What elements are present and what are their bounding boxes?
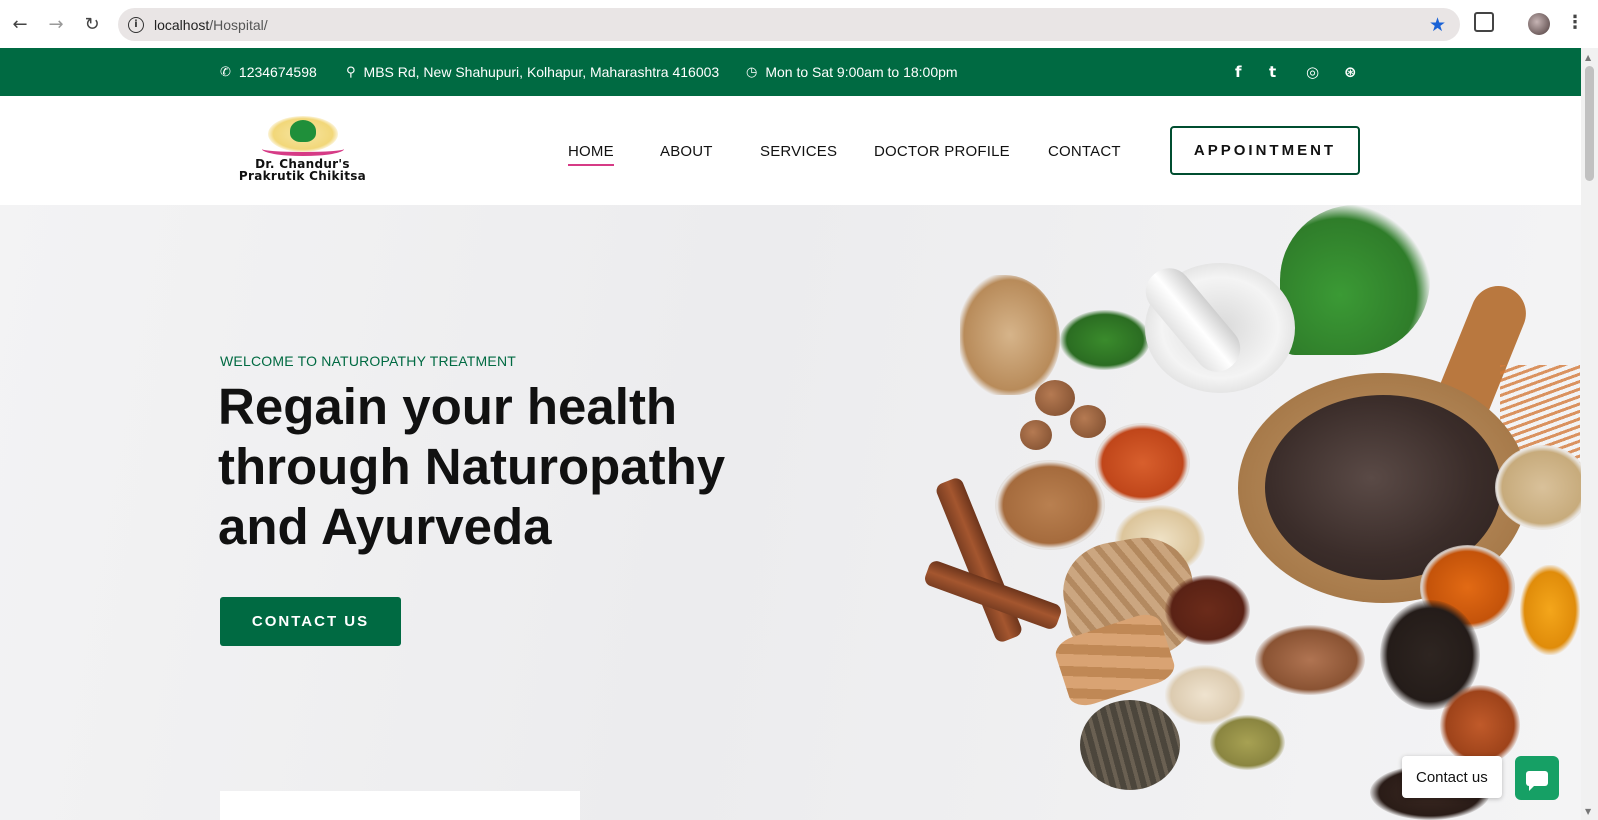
nut bbox=[1070, 405, 1106, 438]
hours-info: ◷ Mon to Sat 9:00am to 18:00pm bbox=[746, 48, 958, 96]
hero-subtitle: WELCOME TO NATUROPATHY TREATMENT bbox=[220, 353, 517, 369]
long-pepper bbox=[1080, 700, 1180, 790]
dribbble-icon[interactable]: ⊛ bbox=[1344, 48, 1357, 96]
info-card bbox=[220, 791, 580, 820]
extensions-icon[interactable] bbox=[1474, 12, 1494, 32]
cardamom bbox=[1210, 715, 1285, 770]
scroll-thumb[interactable] bbox=[1585, 66, 1594, 181]
forward-icon[interactable]: → bbox=[38, 6, 74, 42]
chat-label[interactable]: Contact us bbox=[1402, 756, 1502, 798]
browser-menu-icon[interactable]: ⋮ bbox=[1566, 12, 1584, 33]
address-text: MBS Rd, New Shahupuri, Kolhapur, Maharas… bbox=[363, 64, 720, 80]
nav-about[interactable]: ABOUT bbox=[660, 143, 713, 160]
chat-bubble-icon bbox=[1526, 770, 1548, 791]
nav-contact[interactable]: CONTACT bbox=[1048, 143, 1121, 160]
scroll-up-arrow-icon[interactable]: ▲ bbox=[1585, 53, 1591, 62]
profile-avatar-icon[interactable] bbox=[1528, 13, 1550, 35]
hero-title-line2: through Naturopathy bbox=[218, 438, 726, 495]
hero-title: Regain your health through Naturopathy a… bbox=[218, 377, 778, 557]
nut bbox=[1035, 380, 1075, 416]
yellow-oil-jar bbox=[1520, 565, 1580, 655]
site-header: Dr. Chandur's Prakrutik Chikitsa HOME AB… bbox=[0, 96, 1581, 205]
top-info-bar: ✆ 1234674598 ⚲ MBS Rd, New Shahupuri, Ko… bbox=[0, 48, 1581, 96]
hero-title-line3: and Ayurveda bbox=[218, 498, 552, 555]
red-spices bbox=[1440, 685, 1520, 765]
dried-ginger bbox=[960, 275, 1060, 395]
phone-info[interactable]: ✆ 1234674598 bbox=[220, 48, 317, 96]
nav-doctor-profile[interactable]: DOCTOR PROFILE bbox=[874, 143, 1010, 160]
page-scrollbar[interactable]: ▲ ▼ bbox=[1581, 48, 1598, 820]
address-info: ⚲ MBS Rd, New Shahupuri, Kolhapur, Mahar… bbox=[346, 48, 719, 96]
facebook-icon[interactable]: f bbox=[1235, 48, 1242, 96]
hero-title-line1: Regain your health bbox=[218, 378, 678, 435]
url-path: /Hospital/ bbox=[209, 16, 268, 33]
site-logo[interactable]: Dr. Chandur's Prakrutik Chikitsa bbox=[220, 106, 385, 196]
yellow-powder-dish bbox=[1495, 445, 1581, 530]
green-leaves bbox=[1060, 310, 1150, 370]
reload-icon[interactable]: ↻ bbox=[74, 6, 110, 42]
bookmark-star-icon[interactable]: ★ bbox=[1429, 14, 1446, 36]
phone-icon: ✆ bbox=[220, 64, 231, 80]
site-info-icon[interactable]: i bbox=[128, 16, 144, 33]
nutmegs bbox=[1255, 625, 1365, 695]
nav-home[interactable]: HOME bbox=[568, 143, 614, 166]
address-bar[interactable]: i localhost/Hospital/ ★ bbox=[118, 8, 1460, 41]
herbs-image bbox=[922, 205, 1581, 820]
location-pin-icon: ⚲ bbox=[346, 64, 356, 80]
logo-line2: Prakrutik Chikitsa bbox=[238, 169, 367, 183]
nav-services[interactable]: SERVICES bbox=[760, 143, 837, 160]
hours-text: Mon to Sat 9:00am to 18:00pm bbox=[765, 64, 958, 80]
appointment-button[interactable]: APPOINTMENT bbox=[1170, 126, 1360, 175]
chat-button[interactable] bbox=[1515, 756, 1559, 800]
nut bbox=[1020, 420, 1052, 450]
back-icon[interactable]: ← bbox=[2, 6, 38, 42]
url-host: localhost bbox=[154, 16, 210, 33]
clock-icon: ◷ bbox=[746, 64, 758, 80]
orange-powder-dish bbox=[1095, 423, 1190, 503]
logo-meditation-icon bbox=[290, 120, 316, 142]
logo-text: Dr. Chandur's Prakrutik Chikitsa bbox=[220, 158, 385, 182]
logo-lotus-icon bbox=[262, 142, 344, 156]
browser-toolbar: ← → ↻ i localhost/Hospital/ ★ ⋮ bbox=[0, 0, 1598, 48]
hero-section: WELCOME TO NATUROPATHY TREATMENT Regain … bbox=[0, 205, 1581, 820]
instagram-icon[interactable]: ◎ bbox=[1306, 48, 1319, 96]
cloves bbox=[1165, 575, 1250, 645]
contact-us-button[interactable]: CONTACT US bbox=[220, 597, 401, 646]
twitter-icon[interactable]: t bbox=[1269, 48, 1276, 96]
phone-number: 1234674598 bbox=[238, 64, 317, 80]
brown-powder-dish bbox=[995, 460, 1105, 550]
url-text[interactable]: localhost/Hospital/ bbox=[154, 17, 268, 33]
tulsi-leaves bbox=[1280, 205, 1430, 355]
scroll-down-arrow-icon[interactable]: ▼ bbox=[1585, 807, 1591, 816]
